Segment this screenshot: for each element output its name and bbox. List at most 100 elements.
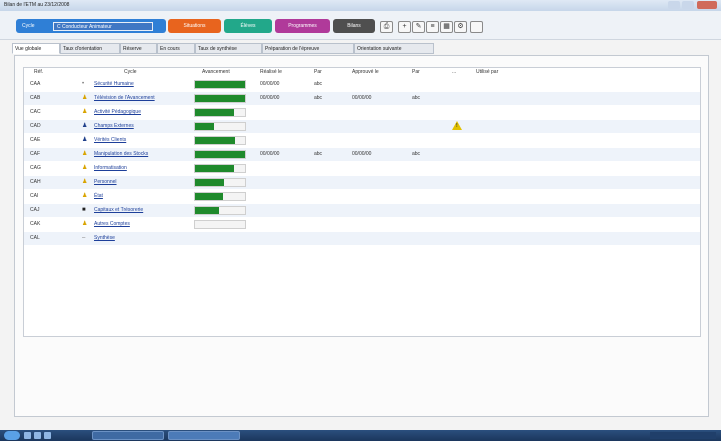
row-ref: CAH xyxy=(30,179,41,185)
figure-icon: ♟ xyxy=(82,109,88,115)
progress-bar-fill xyxy=(195,123,214,130)
figure-icon: ♟ xyxy=(82,221,88,227)
add-icon[interactable]: + xyxy=(398,21,411,33)
row-approuve-le: 00/00/00 xyxy=(352,95,372,101)
table-row[interactable]: CAC ♟ Activité Pédagogique xyxy=(24,106,700,119)
tab-taux-orientation[interactable]: Taux d'orientation xyxy=(60,43,120,54)
progress-bar xyxy=(194,206,246,215)
window-title: Bilan de l'ETM au 23/12/2008 xyxy=(4,2,70,8)
cycle-link[interactable]: Personnel xyxy=(94,176,117,189)
column-header-par-2[interactable]: Par xyxy=(412,68,420,77)
figure-icon: ♟ xyxy=(82,151,88,157)
cycle-link[interactable]: Autres Comptes xyxy=(94,218,130,231)
programmes-button[interactable]: Programmes xyxy=(275,19,330,33)
tab-preparation-epreuve[interactable]: Préparation de l'épreuve xyxy=(262,43,354,54)
cycle-link[interactable]: Champs Externes xyxy=(94,120,134,133)
cycle-link[interactable]: Informatisation xyxy=(94,162,127,175)
warning-icon: ! xyxy=(452,121,462,130)
cycle-link[interactable]: État xyxy=(94,190,103,203)
table-row[interactable]: CAK ♟ Autres Comptes xyxy=(24,218,700,231)
column-header-ref[interactable]: Réf. xyxy=(34,68,43,77)
cycle-link[interactable]: Sécurité Humaine xyxy=(94,78,134,91)
tab-en-cours[interactable]: En cours xyxy=(157,43,195,54)
progress-bar xyxy=(194,150,246,159)
content-panel: Réf. Cycle Avancement Réalisé le Par App… xyxy=(14,55,709,417)
cycle-link[interactable]: Vérités Clients xyxy=(94,134,126,147)
settings-icon[interactable]: ⚙ xyxy=(454,21,467,33)
table-row[interactable]: CAG ♟ Informatisation xyxy=(24,162,700,175)
quick-launch-icon[interactable] xyxy=(24,432,31,439)
row-ref: CAI xyxy=(30,193,39,199)
cycle-link[interactable]: Télévision de l'Avancement xyxy=(94,92,155,105)
situations-button[interactable]: Situations xyxy=(168,19,221,33)
progress-bar-fill xyxy=(195,137,235,144)
maximize-button[interactable] xyxy=(682,1,694,9)
table-row[interactable]: CAD ♟ Champs Externes! xyxy=(24,120,700,133)
row-ref: CAL xyxy=(30,235,40,241)
progress-bar-fill xyxy=(195,207,219,214)
column-header-cycle[interactable]: Cycle xyxy=(124,68,137,77)
figure-icon: ♟ xyxy=(82,95,88,101)
table-row[interactable]: CAF ♟ Manipulation des Stocks 00/00/00 abc 00… xyxy=(24,148,700,161)
column-header-approuve-le[interactable]: Approuvé le xyxy=(352,68,379,77)
quick-launch-icon[interactable] xyxy=(34,432,41,439)
table-row[interactable]: CAE ♟ Vérités Clients xyxy=(24,134,700,147)
tab-bar: Vue globale Taux d'orientation Réserve E… xyxy=(12,43,712,55)
dot-icon: • xyxy=(82,81,85,87)
progress-bar xyxy=(194,178,246,187)
cycle-link[interactable]: Activité Pédagogique xyxy=(94,106,141,119)
blank-icon[interactable] xyxy=(470,21,483,33)
taskbar-item-active[interactable] xyxy=(168,431,240,440)
table-row[interactable]: CAI ♟ État xyxy=(24,190,700,203)
column-header-utilise-par[interactable]: Utilisé par xyxy=(476,68,498,77)
cycle-link[interactable]: Manipulation des Stocks xyxy=(94,148,148,161)
edit-icon[interactable]: ✎ xyxy=(412,21,425,33)
progress-bar xyxy=(194,164,246,173)
progress-bar-fill xyxy=(195,165,234,172)
tab-vue-globale[interactable]: Vue globale xyxy=(12,43,60,54)
figure-icon: ♟ xyxy=(82,179,88,185)
close-button[interactable] xyxy=(697,1,717,9)
figure-icon: ♟ xyxy=(82,123,88,129)
figure-icon: ♟ xyxy=(82,193,88,199)
eleves-button[interactable]: Élèves xyxy=(224,19,272,33)
table-row[interactable]: CAB ♟ Télévision de l'Avancement 00/00/00 ab… xyxy=(24,92,700,105)
progress-bar-fill xyxy=(195,151,245,158)
row-par-2: abc xyxy=(412,95,421,101)
row-realise-le: 00/00/00 xyxy=(260,151,280,157)
taskbar-item[interactable] xyxy=(92,431,164,440)
row-ref: CAE xyxy=(30,137,41,143)
grid-icon[interactable]: ▦ xyxy=(440,21,453,33)
column-header-realise-le[interactable]: Réalisé le xyxy=(260,68,282,77)
start-button[interactable] xyxy=(4,431,20,440)
print-icon[interactable]: ⎙ xyxy=(380,21,393,33)
quick-launch-icon[interactable] xyxy=(44,432,51,439)
column-header-more[interactable]: ... xyxy=(452,68,456,77)
taskbar xyxy=(0,430,721,441)
table-row[interactable]: CAA • Sécurité Humaine 00/00/00 abc xyxy=(24,78,700,91)
progress-bar xyxy=(194,122,246,131)
cycles-table: Réf. Cycle Avancement Réalisé le Par App… xyxy=(23,67,701,337)
progress-bar xyxy=(194,192,246,201)
tab-orientation-suivante[interactable]: Orientation suivante xyxy=(354,43,434,54)
class-select[interactable]: C Conducteur Animateur xyxy=(53,22,153,31)
list-icon[interactable]: ≡ xyxy=(426,21,439,33)
briefcase-icon: ■ xyxy=(82,207,86,213)
cycle-link[interactable]: Synthèse xyxy=(94,232,115,245)
bilans-button[interactable]: Bilans xyxy=(333,19,375,33)
table-row[interactable]: CAH ♟ Personnel xyxy=(24,176,700,189)
table-row[interactable]: CAJ ■ Capitaux et Trésorerie xyxy=(24,204,700,217)
row-realise-le: 00/00/00 xyxy=(260,81,280,87)
column-header-avancement[interactable]: Avancement xyxy=(202,68,230,77)
tab-reserve[interactable]: Réserve xyxy=(120,43,157,54)
table-row[interactable]: CAL – Synthèse xyxy=(24,232,700,245)
row-approuve-le: 00/00/00 xyxy=(352,151,372,157)
cycle-link[interactable]: Capitaux et Trésorerie xyxy=(94,204,143,217)
column-header-par[interactable]: Par xyxy=(314,68,322,77)
application-window: Bilan de l'ETM au 23/12/2008 Cycle C Con… xyxy=(0,0,721,430)
progress-bar-fill xyxy=(195,81,245,88)
row-ref: CAG xyxy=(30,165,41,171)
tab-taux-synthese[interactable]: Taux de synthèse xyxy=(195,43,262,54)
system-tray xyxy=(650,432,716,439)
minimize-button[interactable] xyxy=(668,1,680,9)
